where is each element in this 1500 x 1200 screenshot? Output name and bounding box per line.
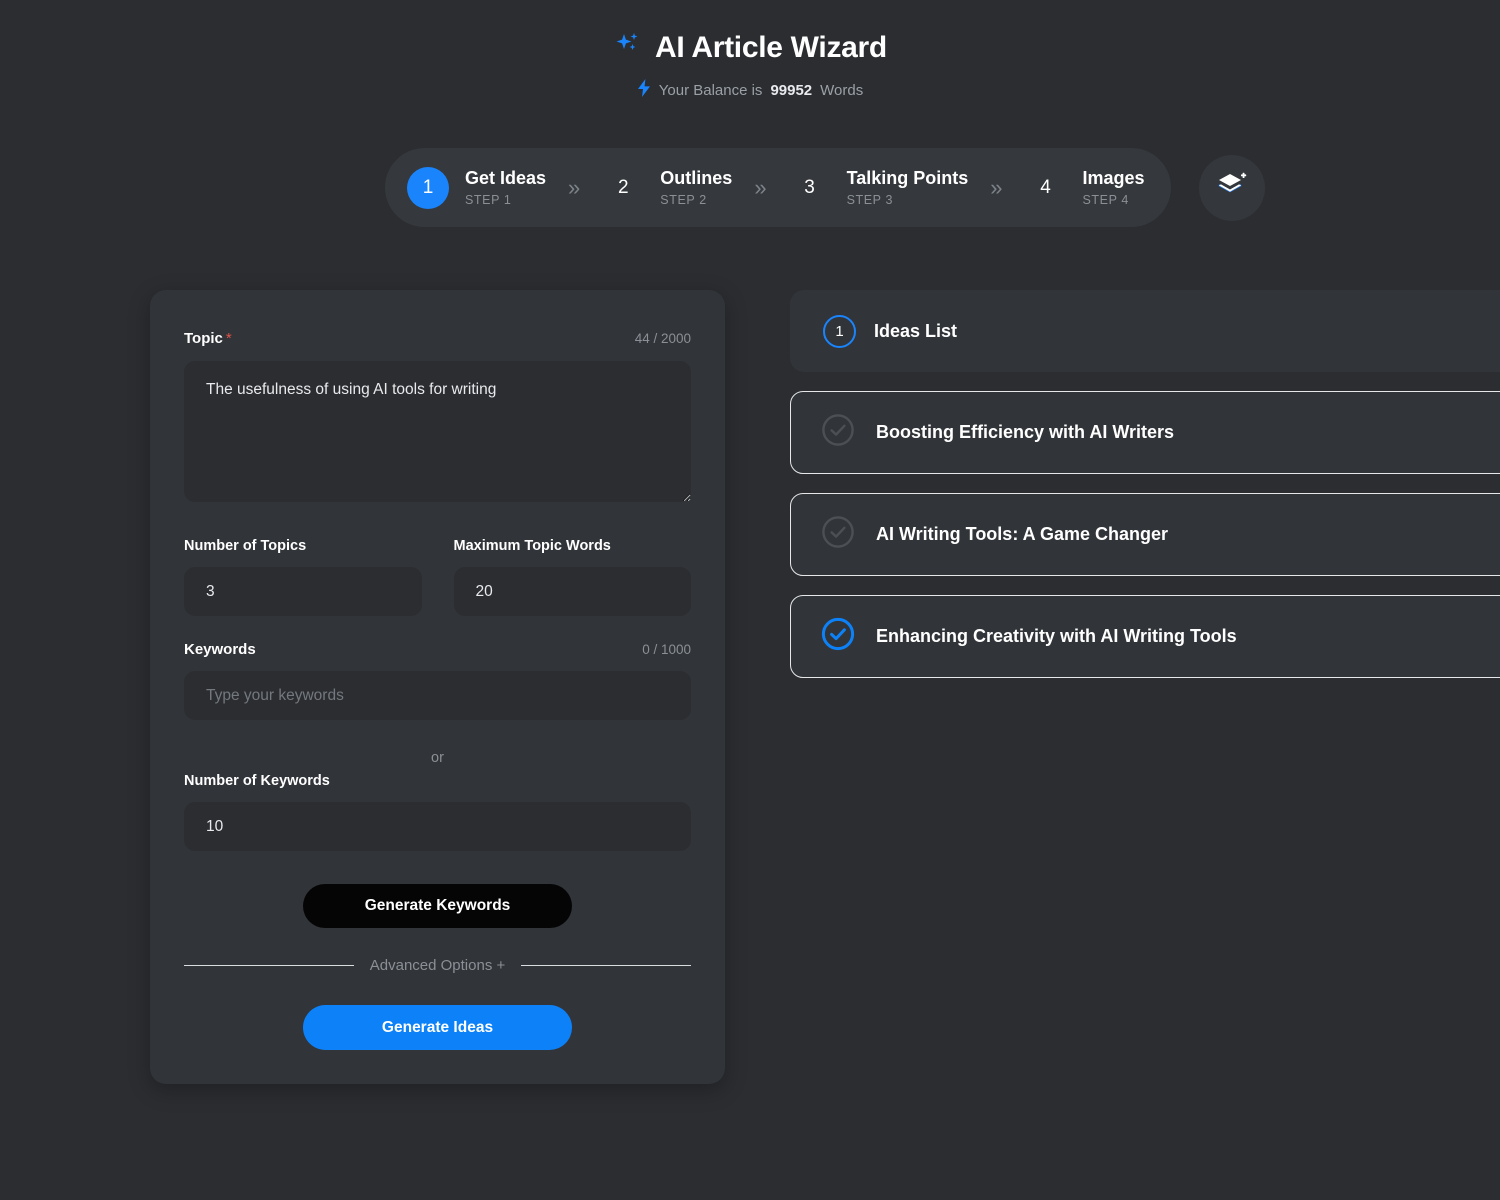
divider-left: [184, 965, 354, 966]
check-circle-icon[interactable]: [821, 515, 855, 554]
balance-value: 99952: [770, 81, 813, 99]
chevron-right-icon-1: »: [568, 174, 581, 200]
layers-plus-icon: [1217, 172, 1247, 203]
generate-ideas-button[interactable]: Generate Ideas: [303, 1005, 572, 1050]
step-number: 3: [804, 176, 815, 198]
add-layer-button[interactable]: [1198, 154, 1265, 221]
step-label: Images: [1082, 167, 1145, 188]
balance-row: Your Balance is 99952 Words: [0, 79, 1500, 101]
step-sublabel: STEP 1: [465, 192, 512, 207]
check-circle-icon-selected[interactable]: [821, 617, 855, 656]
topic-label-group: Topic *: [184, 330, 232, 348]
keywords-field-header: Keywords 0 / 1000: [184, 641, 691, 658]
keywords-input[interactable]: [184, 671, 691, 720]
divider-right: [521, 965, 692, 966]
number-of-topics-label: Number of Topics: [184, 538, 307, 554]
app-header: AI Article Wizard Your Balance is 99952 …: [0, 0, 1500, 101]
chevron-right-icon-3: »: [990, 174, 1003, 200]
topic-input[interactable]: [184, 361, 691, 502]
required-asterisk-icon: *: [225, 330, 232, 347]
step-label: Get Ideas: [465, 167, 547, 188]
topic-label: Topic: [184, 330, 223, 347]
step-sublabel: STEP 3: [846, 192, 894, 207]
title-row: AI Article Wizard: [0, 30, 1500, 65]
generate-keywords-button[interactable]: Generate Keywords: [303, 884, 572, 928]
keywords-label: Keywords: [184, 641, 256, 658]
balance-suffix: Words: [820, 81, 864, 99]
maximum-topic-words-group: Maximum Topic Words: [453, 538, 691, 616]
idea-list-item-label: AI Writing Tools: A Game Changer: [876, 524, 1169, 544]
sparkles-icon: [613, 30, 643, 65]
step-images[interactable]: 4 Images STEP 4: [1025, 167, 1145, 209]
idea-generator-form: Topic* 44 / 2000 Number of Topics Maximu…: [150, 290, 725, 1084]
maximum-topic-words-input[interactable]: [453, 567, 691, 616]
advanced-options-toggle[interactable]: Advanced Options +: [370, 957, 506, 974]
idea-list-item-label: Boosting Efficiency with AI Writers: [876, 422, 1175, 442]
step-number: 1: [407, 166, 449, 209]
chevron-right-icon-2: »: [754, 174, 767, 200]
ideas-list-title: Ideas List: [874, 320, 958, 341]
number-of-topics-input[interactable]: [184, 567, 422, 616]
balance-prefix: Your Balance is: [658, 81, 763, 99]
numeric-fields-row: Number of Topics Maximum Topic Words: [184, 538, 691, 616]
advanced-options-row: Advanced Options +: [184, 957, 692, 974]
step-sublabel: STEP 4: [1082, 192, 1129, 207]
lightning-bolt-icon: [637, 79, 651, 101]
idea-list-item-label: Enhancing Creativity with AI Writing Too…: [876, 626, 1237, 646]
wizard-stepper: 1 Get Ideas STEP 1 » 2 Outlines STEP 2 »…: [385, 148, 1265, 227]
app-root: AI Article Wizard Your Balance is 99952 …: [0, 0, 1500, 1200]
page-title: AI Article Wizard: [655, 30, 887, 64]
step-outlines[interactable]: 2 Outlines STEP 2: [602, 167, 732, 209]
stepper-pill: 1 Get Ideas STEP 1 » 2 Outlines STEP 2 »…: [385, 148, 1171, 227]
number-of-keywords-input[interactable]: [184, 802, 691, 851]
ideas-list-header: 1 Ideas List: [790, 290, 1500, 372]
maximum-topic-words-label: Maximum Topic Words: [453, 538, 611, 554]
or-divider-text: or: [431, 750, 444, 766]
number-of-keywords-label: Number of Keywords: [184, 773, 330, 789]
idea-list-item-1[interactable]: Boosting Efficiency with AI Writers: [790, 391, 1500, 474]
idea-list-item-3[interactable]: Enhancing Creativity with AI Writing Too…: [790, 595, 1500, 678]
ideas-list-panel: 1 Ideas List Boosting Efficiency with AI…: [790, 290, 1500, 678]
step-get-ideas[interactable]: 1 Get Ideas STEP 1: [407, 166, 547, 209]
idea-list-item-2[interactable]: AI Writing Tools: A Game Changer: [790, 493, 1500, 576]
step-label: Outlines: [660, 167, 733, 188]
step-number: 2: [618, 176, 629, 198]
check-circle-icon[interactable]: [821, 413, 855, 452]
number-of-topics-group: Number of Topics: [184, 538, 422, 616]
step-talking-points[interactable]: 3 Talking Points STEP 3: [789, 167, 969, 209]
topic-field-header: Topic * 44 / 2000: [184, 330, 691, 348]
step-label: Talking Points: [846, 167, 969, 188]
step-sublabel: STEP 2: [660, 192, 707, 207]
ideas-list-badge: 1: [823, 314, 856, 348]
keywords-char-counter: 0 / 1000: [642, 642, 691, 657]
step-number: 4: [1040, 176, 1051, 198]
topic-char-counter: 44 / 2000: [634, 331, 691, 346]
